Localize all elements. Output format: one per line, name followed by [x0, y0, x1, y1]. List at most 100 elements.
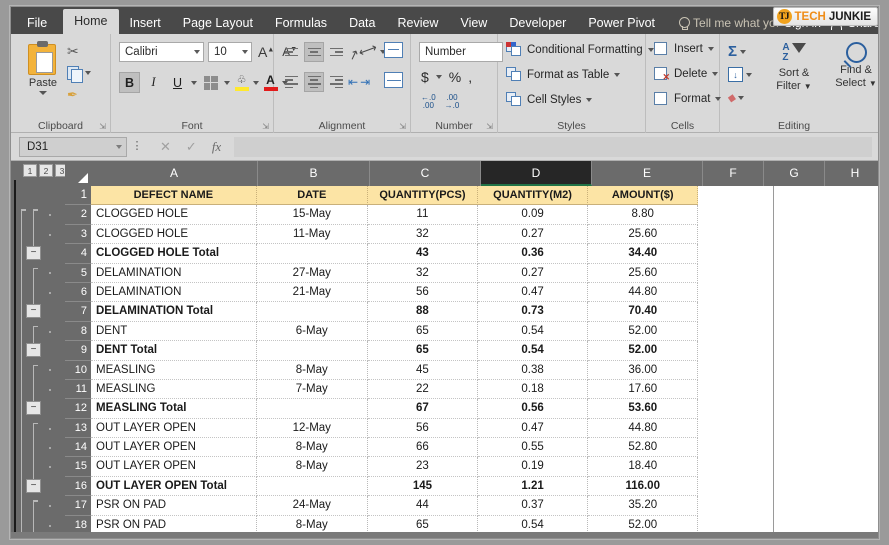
cell-G13[interactable] [759, 419, 820, 438]
column-header-h[interactable]: H [825, 161, 878, 186]
cell-G7[interactable] [759, 302, 820, 321]
cell-G9[interactable] [759, 341, 820, 360]
currency-button[interactable]: $ [421, 69, 429, 85]
cell-A11[interactable]: MEASLING [91, 379, 257, 400]
cell-F5[interactable] [698, 264, 759, 283]
cell-B11[interactable]: 7-May [256, 379, 368, 400]
cell-C10[interactable]: 45 [367, 360, 478, 380]
decrease-indent-button[interactable]: ⇤ [348, 75, 358, 89]
cell-E6[interactable]: 44.80 [588, 282, 699, 303]
cell-B10[interactable]: 8-May [256, 360, 368, 380]
paste-button[interactable]: Paste [20, 39, 66, 95]
cell-E5[interactable]: 25.60 [588, 263, 699, 283]
formula-bar-menu[interactable]: ⋮ [127, 141, 147, 152]
cell-F17[interactable] [698, 496, 759, 515]
cell-F1[interactable] [698, 186, 759, 205]
cell-A12[interactable]: MEASLING Total [91, 399, 257, 419]
row-header-3[interactable]: 3 [65, 225, 91, 245]
cell-D2[interactable]: 0.09 [477, 205, 589, 225]
cell-B14[interactable]: 8-May [256, 438, 368, 458]
cell-A16[interactable]: OUT LAYER OPEN Total [91, 476, 257, 497]
cell-E13[interactable]: 44.80 [588, 418, 699, 439]
cell-F7[interactable] [698, 302, 759, 321]
clipboard-dialog-launcher[interactable]: ⇲ [99, 122, 106, 131]
cell-B16[interactable] [256, 476, 368, 497]
cell-F11[interactable] [698, 380, 759, 399]
row-header-13[interactable]: 13 [65, 419, 91, 439]
cell-A9[interactable]: DENT Total [91, 341, 257, 361]
cell-A15[interactable]: OUT LAYER OPEN [91, 457, 257, 477]
cell-D6[interactable]: 0.47 [477, 282, 589, 303]
cell-D15[interactable]: 0.19 [477, 457, 589, 477]
row-header-15[interactable]: 15 [65, 457, 91, 477]
cell-F4[interactable] [698, 244, 759, 263]
column-header-b[interactable]: B [258, 161, 370, 186]
cell-G3[interactable] [759, 225, 820, 244]
cell-D14[interactable]: 0.55 [477, 438, 589, 458]
comma-style-button[interactable]: , [468, 69, 472, 85]
row-header-16[interactable]: 16 [65, 477, 91, 497]
format-cells-button[interactable]: Format [654, 92, 722, 106]
cell-D17[interactable]: 0.37 [477, 496, 589, 516]
cell-D7[interactable]: 0.73 [477, 302, 589, 322]
cell-H11[interactable] [819, 380, 878, 399]
row-header-6[interactable]: 6 [65, 283, 91, 303]
cell-C15[interactable]: 23 [367, 457, 478, 477]
column-header-a[interactable]: A [91, 161, 258, 186]
align-right-button[interactable] [326, 72, 346, 92]
chevron-down-icon[interactable] [191, 80, 197, 85]
align-top-button[interactable] [282, 42, 302, 62]
cell-A1[interactable]: DEFECT NAME [91, 186, 257, 206]
cell-H2[interactable] [819, 205, 878, 224]
outline-collapse-button[interactable]: − [26, 479, 41, 493]
cell-G15[interactable] [759, 457, 820, 476]
cell-B7[interactable] [256, 302, 368, 322]
wrap-text-icon[interactable] [384, 42, 403, 58]
cell-E15[interactable]: 18.40 [588, 457, 699, 477]
cell-E3[interactable]: 25.60 [588, 224, 699, 245]
tab-file[interactable]: File [11, 12, 63, 34]
tab-power-pivot[interactable]: Power Pivot [577, 12, 666, 34]
delete-cells-button[interactable]: ✕ Delete [654, 67, 719, 82]
cell-G6[interactable] [759, 283, 820, 302]
cell-F14[interactable] [698, 438, 759, 457]
cell-B12[interactable] [256, 399, 368, 419]
cell-A13[interactable]: OUT LAYER OPEN [91, 418, 257, 439]
cell-C5[interactable]: 32 [367, 263, 478, 283]
cell-A14[interactable]: OUT LAYER OPEN [91, 438, 257, 458]
cell-H10[interactable] [819, 361, 878, 380]
orientation-icon[interactable]: ↗⟷ [346, 39, 379, 64]
cell-H9[interactable] [819, 341, 878, 360]
cell-H6[interactable] [819, 283, 878, 302]
column-header-f[interactable]: F [703, 161, 764, 186]
cell-H13[interactable] [819, 419, 878, 438]
fill-button[interactable]: ↓ [728, 63, 752, 86]
cell-C12[interactable]: 67 [367, 399, 478, 419]
cell-B2[interactable]: 15-May [256, 205, 368, 225]
cell-G2[interactable] [759, 205, 820, 224]
cell-A3[interactable]: CLOGGED HOLE [91, 224, 257, 245]
cell-E14[interactable]: 52.80 [588, 438, 699, 458]
cell-B8[interactable]: 6-May [256, 321, 368, 342]
tell-me-search[interactable]: Tell me what you want to d [678, 12, 778, 34]
cell-A8[interactable]: DENT [91, 321, 257, 342]
outline-level-2-button[interactable]: 2 [39, 164, 53, 177]
cell-G17[interactable] [759, 496, 820, 515]
cell-F16[interactable] [698, 477, 759, 496]
format-as-table-button[interactable]: Format as Table [506, 67, 621, 82]
clear-button[interactable]: ■ [725, 86, 752, 109]
cell-H14[interactable] [819, 438, 878, 457]
cell-G1[interactable] [759, 186, 820, 205]
cell-D10[interactable]: 0.38 [477, 360, 589, 380]
alignment-dialog-launcher[interactable]: ⇲ [399, 122, 406, 131]
decrease-decimal-button[interactable]: .00 →.0 [445, 94, 460, 110]
chevron-down-icon[interactable] [435, 75, 442, 79]
cell-E2[interactable]: 8.80 [588, 205, 699, 225]
cell-H3[interactable] [819, 225, 878, 244]
font-size-combo[interactable]: 10 [208, 42, 252, 62]
cell-B3[interactable]: 11-May [256, 224, 368, 245]
underline-button[interactable]: U [167, 72, 188, 93]
outline-collapse-button[interactable]: − [26, 343, 41, 358]
cell-C8[interactable]: 65 [367, 321, 478, 342]
font-dialog-launcher[interactable]: ⇲ [262, 122, 269, 131]
